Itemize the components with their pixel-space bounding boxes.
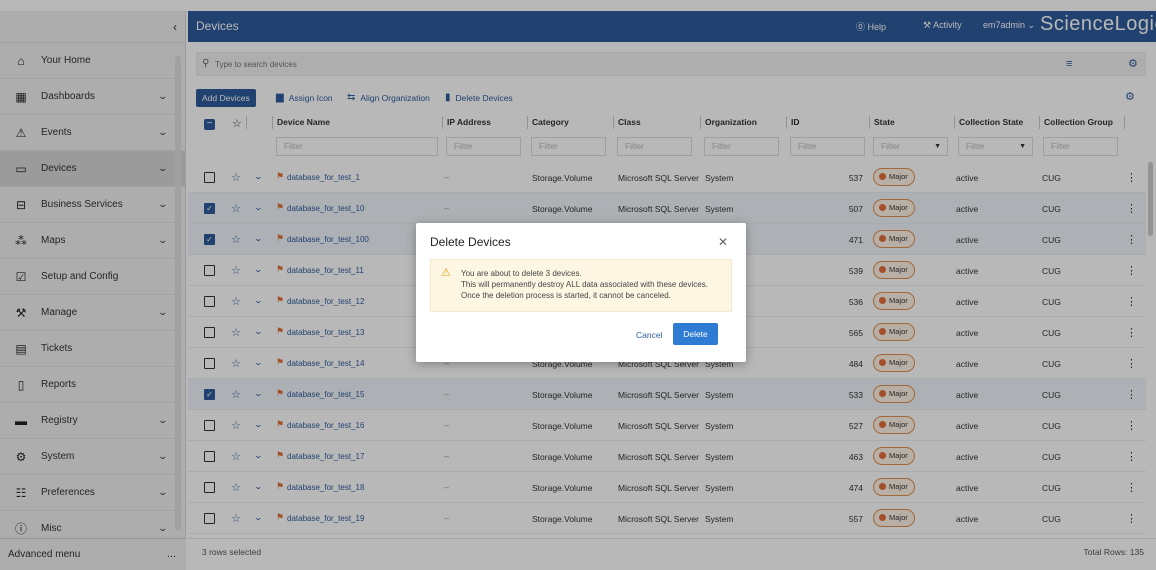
warning-line-2: This will permanently destroy ALL data a… <box>461 280 708 289</box>
delete-devices-dialog: Delete Devices ✕ ⚠ You are about to dele… <box>416 223 746 362</box>
delete-button[interactable]: Delete <box>673 323 718 345</box>
warning-line-3: Once the deletion process is started, it… <box>461 291 671 300</box>
warning-line-1: You are about to delete 3 devices. <box>461 269 582 278</box>
warning-text: You are about to delete 3 devices. This … <box>461 268 708 301</box>
warning-box: ⚠ You are about to delete 3 devices. Thi… <box>430 259 732 312</box>
warning-icon: ⚠ <box>441 267 451 279</box>
dialog-title: Delete Devices <box>430 235 511 249</box>
close-icon[interactable]: ✕ <box>718 235 728 249</box>
cancel-button[interactable]: Cancel <box>636 330 662 340</box>
